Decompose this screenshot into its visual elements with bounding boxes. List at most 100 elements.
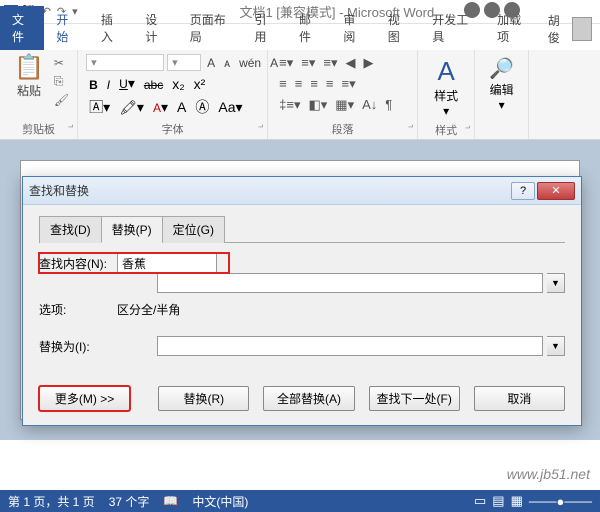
sort-icon[interactable]: A↓ [359,96,380,114]
italic-button[interactable]: I [104,75,113,93]
find-input[interactable] [157,273,543,293]
bold-button[interactable]: B [86,75,101,93]
tab-mailings[interactable]: 邮件 [287,6,331,50]
proofing-icon[interactable]: 📖 [163,494,178,508]
decorative-watermark [464,2,520,18]
increase-indent-icon[interactable]: ▶ [361,54,377,72]
options-row: 选项: 区分全/半角 [39,301,565,318]
close-button[interactable]: ✕ [537,182,575,200]
replace-with-label: 替换为(I): [39,338,113,355]
bullets-icon[interactable]: ≡▾ [276,54,296,72]
align-right-icon[interactable]: ≡ [307,75,321,93]
avatar [572,17,592,41]
find-content-preview: 香蕉 [117,253,217,273]
dialog-titlebar[interactable]: 查找和替换 ? ✕ [23,177,581,205]
tab-home[interactable]: 开始 [44,6,88,50]
replace-button[interactable]: 替换(R) [158,386,249,411]
replace-input[interactable] [157,336,543,356]
group-font: ▾ ▾ A ᴀ wén A B I U▾ abc x₂ x² 🄰▾ [78,50,268,139]
status-bar: 第 1 页，共 1 页 37 个字 📖 中文(中国) ▭ ▤ ▦ ───●─── [0,490,600,512]
char-shading-icon[interactable]: A [174,98,189,116]
find-replace-dialog: 查找和替换 ? ✕ 查找(D) 替换(P) 定位(G) 查找内容(N): 香蕉 … [22,176,582,426]
styles-button[interactable]: A 样式 ▾ [426,54,466,120]
highlight-icon[interactable]: 🖍▾ [116,98,147,117]
multilevel-icon[interactable]: ≡▾ [320,54,340,72]
char-border-icon[interactable]: Ⓐ [192,96,212,118]
shading-icon[interactable]: ◧▾ [305,96,330,114]
watermark-text: www.jb51.net [507,466,590,482]
superscript-button[interactable]: x² [191,75,209,93]
numbering-icon[interactable]: ≡▾ [298,54,318,72]
group-paragraph: ≡▾ ≡▾ ≡▾ ◀ ▶ ≡ ≡ ≡ ≡ ≡▾ ‡≡▾ ◧▾ ▦▾ [268,50,418,139]
tab-goto[interactable]: 定位(G) [162,216,225,243]
tab-review[interactable]: 审阅 [331,6,375,50]
find-icon: 🔎 [489,56,514,81]
text-effects-icon[interactable]: 🄰▾ [86,96,113,118]
options-value: 区分全/半角 [117,301,180,318]
shrink-font-icon[interactable]: ᴀ [221,55,233,71]
font-name-select[interactable]: ▾ [86,54,164,71]
options-label: 选项: [39,301,113,318]
tab-design[interactable]: 设计 [133,6,177,50]
align-center-icon[interactable]: ≡ [292,75,306,93]
tab-file[interactable]: 文件 [0,6,44,50]
view-print-icon[interactable]: ▤ [492,493,504,509]
tab-view[interactable]: 视图 [376,6,420,50]
font-size-select[interactable]: ▾ [167,54,201,71]
dialog-title: 查找和替换 [29,182,89,199]
subscript-button[interactable]: x₂ [169,75,187,93]
align-left-icon[interactable]: ≡ [276,75,290,93]
group-styles: A 样式 ▾ 样式 [418,50,475,139]
more-button[interactable]: 更多(M) >> [39,386,130,411]
user-name: 胡俊 [548,12,568,46]
find-content-label: 查找内容(N): [39,255,113,272]
dialog-button-row: 更多(M) >> 替换(R) 全部替换(A) 查找下一处(F) 取消 [39,386,565,411]
phonetic-guide-icon[interactable]: wén [236,55,264,71]
tab-layout[interactable]: 页面布局 [178,6,243,50]
decrease-indent-icon[interactable]: ◀ [343,54,359,72]
grow-font-icon[interactable]: A [204,55,218,71]
borders-icon[interactable]: ▦▾ [332,96,357,114]
cut-icon[interactable]: ✂ [54,56,69,70]
distribute-icon[interactable]: ≡▾ [339,75,359,93]
tab-references[interactable]: 引用 [243,6,287,50]
show-marks-icon[interactable]: ¶ [382,96,395,114]
view-web-icon[interactable]: ▦ [511,493,523,509]
find-content-highlight: 查找内容(N): 香蕉 [39,253,229,273]
chevron-down-icon: ▾ [499,98,505,112]
ribbon: 📋 粘贴 ✂ ⎘ 🖌 剪贴板 ▾ ▾ A ᴀ wén A [0,50,600,140]
font-color-icon[interactable]: A▾ [150,98,171,117]
group-label-font: 字体 [86,119,259,137]
line-spacing-icon[interactable]: ‡≡▾ [276,96,303,114]
find-next-button[interactable]: 查找下一处(F) [369,386,460,411]
status-words[interactable]: 37 个字 [109,493,150,510]
copy-icon[interactable]: ⎘ [54,74,69,89]
zoom-slider[interactable]: ───●─── [529,494,592,509]
editing-button[interactable]: 🔎 编辑 ▾ [483,54,520,114]
help-button[interactable]: ? [511,182,535,200]
change-case-icon[interactable]: Aa▾ [215,98,245,117]
cancel-button[interactable]: 取消 [474,386,565,411]
tab-find[interactable]: 查找(D) [39,216,102,243]
underline-button[interactable]: U▾ [116,74,138,93]
replace-all-button[interactable]: 全部替换(A) [263,386,354,411]
user-account[interactable]: 胡俊 [540,8,600,50]
format-painter-icon[interactable]: 🖌 [54,93,69,107]
group-editing: 🔎 编辑 ▾ 编辑 [475,50,529,139]
tab-insert[interactable]: 插入 [89,6,133,50]
find-dropdown[interactable]: ▼ [547,273,565,293]
strike-button[interactable]: abc [141,75,166,93]
replace-dropdown[interactable]: ▼ [547,336,565,356]
replace-with-row: 替换为(I): ▼ [39,336,565,356]
status-page[interactable]: 第 1 页，共 1 页 [8,493,95,510]
view-read-icon[interactable]: ▭ [474,493,486,509]
chevron-down-icon: ▾ [443,104,449,118]
group-clipboard: 📋 粘贴 ✂ ⎘ 🖌 剪贴板 [0,50,78,139]
justify-icon[interactable]: ≡ [323,75,337,93]
group-label-clipboard: 剪贴板 [8,119,69,137]
tab-replace[interactable]: 替换(P) [101,216,163,243]
styles-icon: A [437,56,454,87]
find-content-row: ▼ [39,273,565,293]
paste-button[interactable]: 📋 粘贴 [8,54,50,101]
status-language[interactable]: 中文(中国) [192,493,248,510]
